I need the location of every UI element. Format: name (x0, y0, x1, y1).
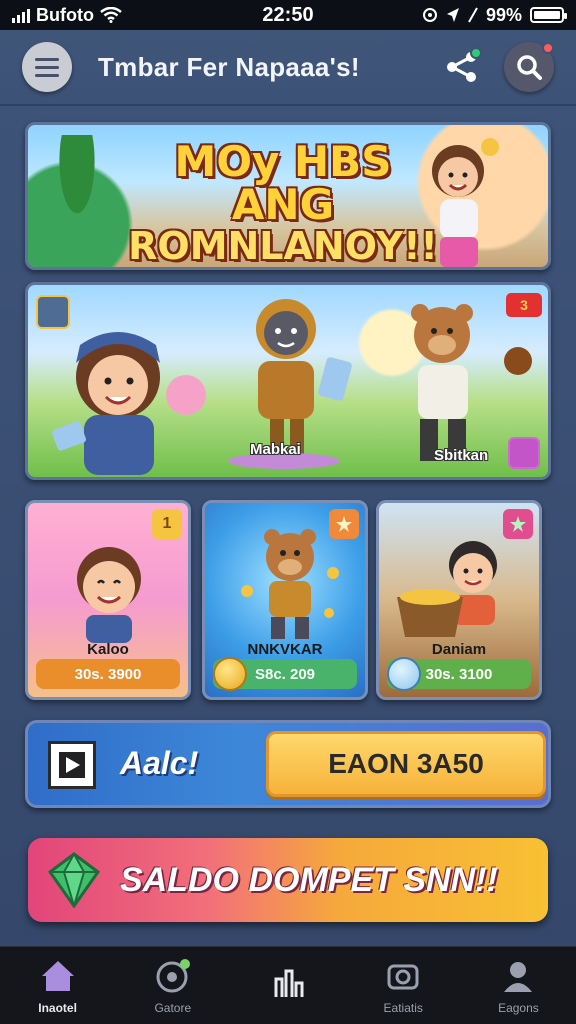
gem-coin-icon (387, 657, 421, 691)
nav-label: Eatiatis (383, 1000, 423, 1015)
bottom-nav: Inaotel Gatore Eatiatis Eagons (0, 946, 576, 1024)
gem-icon (47, 852, 101, 908)
wifi-icon (100, 7, 122, 23)
game-card[interactable]: NNKVKAR S8c. 209 (202, 500, 368, 700)
app-header: Tmbar Fer Napaaa's! (0, 30, 576, 106)
primary-action-button[interactable]: EAON 3A50 (266, 731, 546, 797)
battery-icon (530, 7, 567, 23)
banner-headline: MOy HBS ANG ROMNLANOY!! (118, 137, 448, 268)
nav-item-home[interactable]: Inaotel (0, 947, 115, 1024)
status-bar: Bufoto 22:50 99% (0, 0, 576, 30)
profile-icon (499, 957, 537, 995)
wallet-balance-label: SALDO DOMPET SNN!! (120, 860, 498, 899)
boy-character-illustration (397, 541, 497, 637)
status-left: Bufoto (12, 5, 212, 26)
notification-dot (470, 47, 482, 59)
location-icon (446, 8, 459, 22)
share-button[interactable] (440, 45, 484, 89)
game-card-name: Daniam (431, 641, 487, 658)
gift-icon[interactable] (508, 437, 540, 469)
nav-item-stats[interactable] (230, 947, 345, 1024)
banner-headline-line1: MOy HBS ANG (174, 137, 392, 229)
banner-headline-line2: ROMNLANOY!! (128, 223, 438, 268)
wallet-balance-button[interactable]: SALDO DOMPET SNN!! (28, 838, 548, 922)
signal-icon (12, 7, 30, 23)
notification-dot (542, 42, 554, 54)
hero-character-label-right: Sbitkan (434, 447, 489, 464)
battery-percent: 99% (485, 4, 522, 25)
camera-icon (384, 957, 422, 995)
status-right: 99% (364, 4, 567, 26)
game-card[interactable]: Daniam 30s. 3100 (376, 500, 542, 700)
bear-character-illustration (241, 529, 339, 639)
nav-item-capture[interactable]: Eatiatis (346, 947, 461, 1024)
girl-character-illustration (432, 138, 499, 267)
coin-icon (213, 657, 247, 691)
game-card-name: NNKVKAR (247, 641, 323, 658)
game-card[interactable]: 1 Kaloo 30s. 3900 (25, 500, 191, 700)
signal-strength-icon (468, 7, 478, 23)
nav-item-games[interactable]: Gatore (115, 947, 230, 1024)
game-card-price[interactable]: 30s. 3900 (36, 659, 180, 689)
boy-character-illustration (77, 547, 141, 643)
play-button[interactable] (48, 741, 96, 789)
nav-item-profile[interactable]: Eagons (461, 947, 576, 1024)
home-icon (39, 957, 77, 995)
menu-icon (35, 57, 59, 61)
search-icon (517, 55, 542, 80)
nav-label: Eagons (498, 1000, 539, 1015)
carrier-name: Bufoto (36, 4, 94, 25)
search-button[interactable] (504, 42, 554, 92)
hero-character-label-left: Mabkai (250, 441, 301, 458)
featured-banner[interactable]: 3 Mabkai Sbitkan (25, 282, 551, 480)
promo-banner-top[interactable]: MOy HBS ANG ROMNLANOY!! (25, 122, 551, 270)
menu-button[interactable] (22, 42, 72, 92)
nav-label: Inaotel (38, 1000, 77, 1015)
page-title: Tmbar Fer Napaaa's! (98, 51, 360, 82)
alarm-icon (422, 8, 437, 22)
action-bar: Aalc! EAON 3A50 (25, 720, 551, 808)
chart-icon (269, 964, 307, 1002)
nav-label: Gatore (154, 1000, 192, 1015)
game-controller-icon (154, 957, 192, 995)
game-card-name: Kaloo (87, 641, 129, 658)
action-label: Aalc! (120, 745, 199, 781)
palm-tree-illustration (42, 135, 112, 265)
girl-character-illustration (51, 332, 206, 475)
play-icon (59, 752, 85, 778)
card-badge-label: 1 (162, 515, 172, 532)
battery-fill (534, 11, 560, 19)
status-time: 22:50 (262, 3, 314, 26)
